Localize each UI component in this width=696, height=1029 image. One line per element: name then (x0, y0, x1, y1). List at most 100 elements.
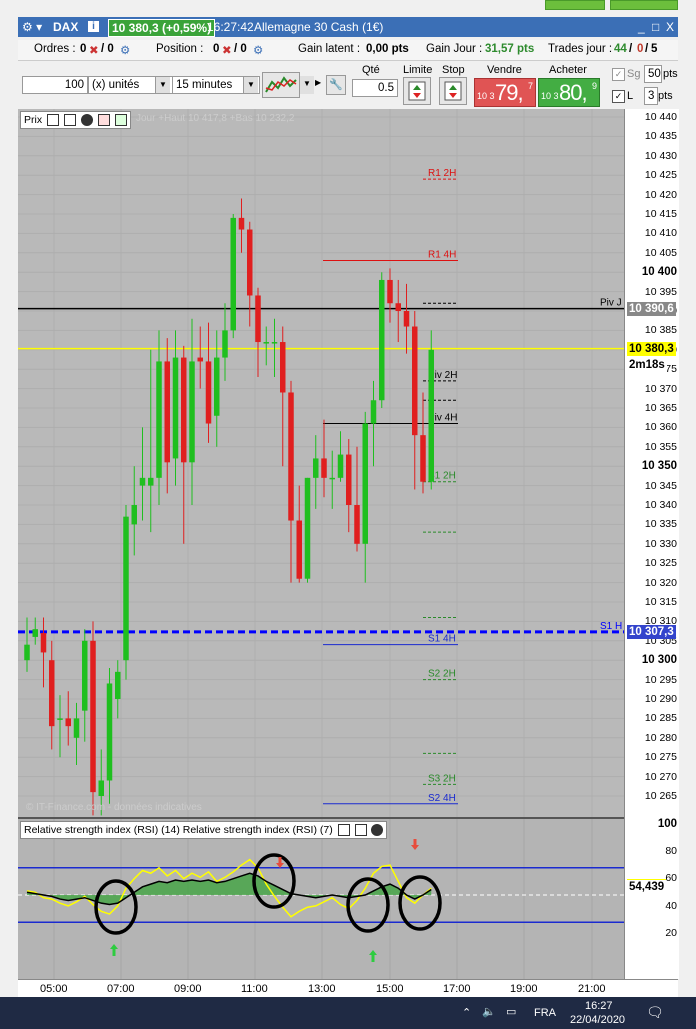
candle-body-bear (354, 505, 360, 544)
price-tick-label: 10 440 (644, 111, 677, 123)
wrench-icon-small[interactable] (47, 114, 60, 127)
time-tick-label: 19:00 (510, 983, 538, 995)
l-input[interactable]: 3 (644, 87, 658, 105)
up-arrow-icon (369, 950, 377, 962)
pivot-price-tag: 10 390,6 (627, 301, 676, 316)
price-badge: 10 380,3 (+0,59%) (108, 19, 216, 37)
close-icon-rsi[interactable] (371, 824, 384, 837)
price-chart-canvas[interactable]: R1 2HR1 4HPiv JPiv 2HPiv 4HS1 2HS1 HS1 4… (18, 109, 624, 817)
time-tick-label: 17:00 (443, 983, 471, 995)
candle-body-bear (238, 217, 245, 230)
candle-body-bear (205, 361, 212, 424)
rsi14-value-tag: 54,439 (627, 879, 667, 894)
network-icon[interactable]: ▭ (506, 1005, 516, 1018)
position-cancel-icon[interactable]: ✖ (222, 43, 232, 57)
candle-body-bear (288, 392, 294, 521)
stop-order-button[interactable] (439, 77, 467, 105)
candle-body-bull (148, 477, 154, 486)
top-green-button[interactable] (545, 0, 605, 10)
taskbar-time[interactable]: 16:27 (585, 1000, 613, 1012)
orders-value: 0 (80, 43, 87, 55)
rsi-panel[interactable]: Relative strength index (RSI) (14) Relat… (18, 817, 624, 981)
chart-style-dropdown-icon[interactable]: ▼ (299, 76, 314, 94)
sell-button[interactable]: 10 3 79, 7 (474, 78, 536, 107)
collapse-arrow-icon[interactable]: ▶ (315, 78, 321, 87)
buy-button[interactable]: 10 3 80, 9 (538, 78, 600, 107)
chart-header: Prix (20, 111, 131, 129)
sell-price-small: 10 3 (477, 91, 495, 101)
position-total: / 0 (234, 43, 247, 55)
current-price-tag: 10 380,3 (627, 341, 676, 356)
windows-taskbar: ⌃ 🔈 ▭ FRA 16:27 22/04/2020 🗨 (0, 997, 696, 1029)
candle-body-bull (32, 629, 38, 637)
notification-icon[interactable]: 🗨 (646, 1004, 664, 1021)
price-tick-label: 10 365 (644, 402, 677, 414)
arrow-up-icon[interactable] (114, 114, 127, 127)
candle-body-bear (296, 520, 302, 579)
limit-label: Limite (403, 64, 433, 76)
wrench-icon-rsi[interactable] (337, 824, 350, 837)
top-green-button-2[interactable] (610, 0, 678, 10)
minimize-icon[interactable]: _ (638, 19, 645, 35)
quantity-field[interactable]: 100 (22, 76, 88, 94)
sell-price-sup: 7 (528, 81, 534, 91)
buy-price-small: 10 3 (541, 91, 559, 101)
info-icon[interactable]: i (88, 21, 99, 32)
sg-input[interactable]: 50 (644, 65, 662, 83)
units-dropdown-icon[interactable]: ▼ (155, 77, 170, 93)
arrow-down-icon[interactable] (97, 114, 110, 127)
language-indicator[interactable]: FRA (534, 1007, 556, 1019)
qty-input[interactable]: 0.5 (352, 79, 398, 97)
timeframe-dropdown-icon[interactable]: ▼ (243, 77, 258, 93)
price-tick-label: 10 340 (644, 499, 677, 511)
maximize-icon[interactable]: □ (652, 19, 659, 35)
price-tick-label: 10 370 (644, 382, 677, 395)
wrench-icon[interactable]: 🔧 (326, 75, 346, 95)
l-checkbox[interactable]: ✓ (612, 90, 625, 103)
level-label: S3 2H (428, 773, 456, 784)
price-axis[interactable]: 10 440 10 435 10 430 10 425 10 420 10 415 10 4… (624, 109, 679, 817)
candle-body-bull (379, 279, 385, 401)
candle-body-bear (90, 640, 96, 793)
close-icon-small[interactable] (80, 114, 93, 127)
candle-body-bull (313, 458, 319, 478)
position-settings-icon[interactable]: ⚙ (253, 43, 263, 57)
price-tick-label: 10 425 (644, 169, 677, 182)
price-tick-label: 10 280 (644, 731, 677, 744)
candle-body-bear (395, 303, 401, 311)
tray-chevron-icon[interactable]: ⌃ (462, 1006, 471, 1019)
sg-unit: pts (663, 68, 678, 80)
position-label: Position : (156, 43, 204, 55)
level-label: Piv J (600, 298, 622, 309)
rsi-canvas[interactable] (18, 819, 624, 979)
window-icon-rsi[interactable] (354, 824, 367, 837)
sg-checkbox[interactable]: ✓ (612, 68, 625, 81)
trades-sep: / (629, 43, 633, 55)
window-menu-icon[interactable]: ⚙ ▾ (22, 19, 42, 35)
orders-settings-icon[interactable]: ⚙ (120, 43, 130, 57)
price-chart[interactable]: R1 2H R1 4H Piv J Piv 2H Piv 4H S1 2H S1 H S1 4… (18, 109, 624, 817)
instrument-name[interactable]: DAX (53, 19, 78, 35)
speaker-icon[interactable]: 🔈 (482, 1005, 496, 1018)
time-tick-label: 09:00 (174, 983, 202, 995)
candle-body-bull (222, 330, 228, 358)
price-tick-label: 10 430 (644, 149, 677, 162)
candle-body-bull (189, 361, 195, 463)
time-tick-label: 15:00 (376, 983, 404, 995)
faded-day-info: Jour +Haut 10 417,8 +Bas 10 232,2 (136, 113, 295, 124)
rsi-axis[interactable]: 1008060402054,81554,439 (624, 817, 679, 979)
timeframe-value: 15 minutes (176, 79, 233, 91)
price-tick-label: 10 360 (644, 421, 677, 434)
window-icon[interactable] (63, 114, 76, 127)
price-tick-label: 10 395 (644, 285, 677, 298)
gain-latent-value: 0,00 pts (366, 43, 409, 55)
candle-body-bull (172, 357, 179, 459)
chart-style-button[interactable] (262, 72, 300, 98)
close-icon[interactable]: X (666, 19, 674, 35)
taskbar-date[interactable]: 22/04/2020 (570, 1014, 625, 1026)
candle-body-bear (321, 458, 327, 478)
limit-order-button[interactable] (403, 77, 431, 105)
trades-value-3: 5 (651, 43, 658, 55)
orders-cancel-icon[interactable]: ✖ (89, 43, 99, 57)
price-tick-label: 10 355 (644, 440, 677, 453)
